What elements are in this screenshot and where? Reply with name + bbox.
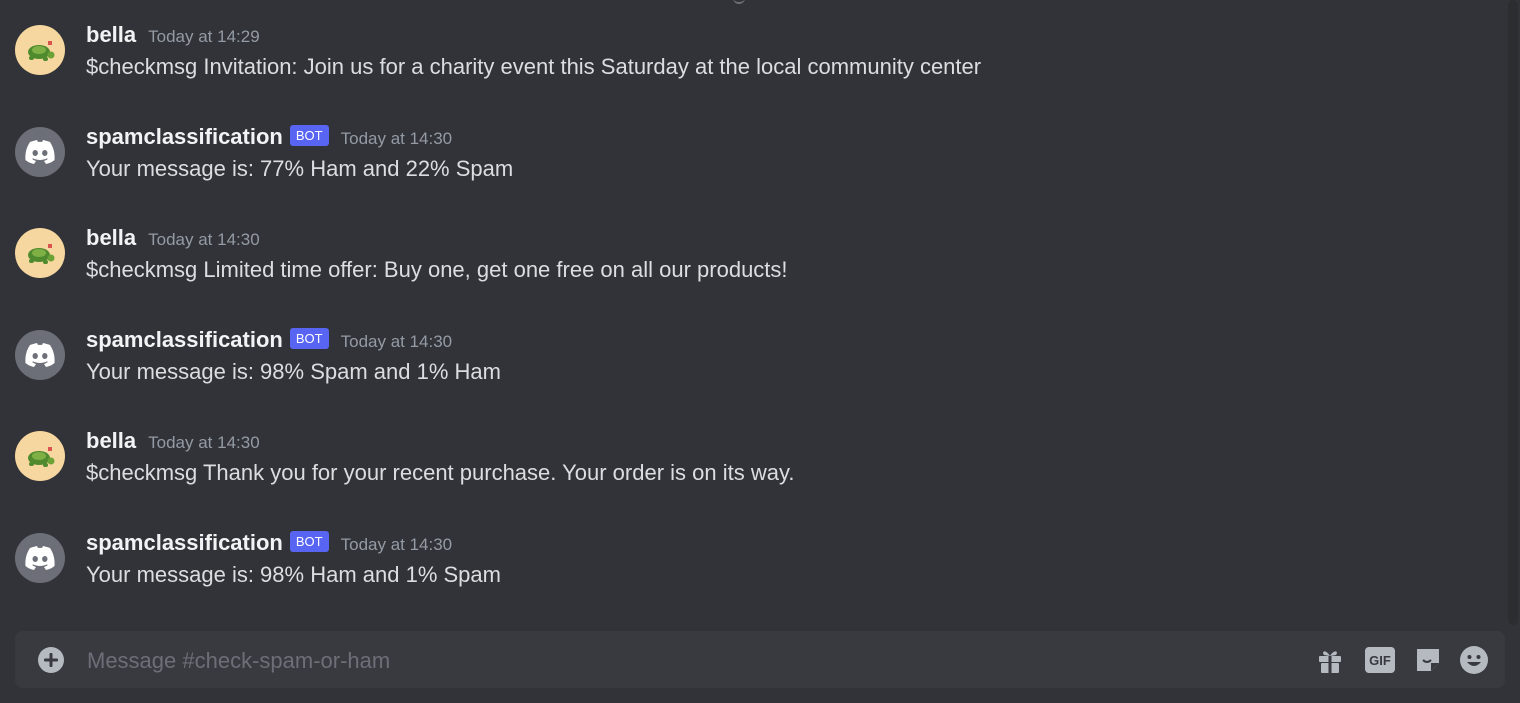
emoji-icon[interactable] xyxy=(1459,645,1489,675)
author-name[interactable]: spamclassification xyxy=(86,327,283,353)
author-name[interactable]: bella xyxy=(86,225,136,251)
turtle-avatar[interactable] xyxy=(15,228,65,278)
author-name[interactable]: bella xyxy=(86,428,136,454)
discord-logo-icon xyxy=(25,343,55,367)
message-content: $checkmsg Invitation: Join us for a char… xyxy=(86,54,982,79)
timestamp[interactable]: Today at 14:30 xyxy=(341,332,453,352)
message-content: Your message is: 98% Spam and 1% Ham xyxy=(86,359,501,384)
message: spamclassification BOT Today at 14:30 Yo… xyxy=(0,325,1500,405)
timestamp[interactable]: Today at 14:30 xyxy=(341,535,453,555)
plus-circle-icon[interactable] xyxy=(37,646,65,674)
message: spamclassification BOT Today at 14:30 Yo… xyxy=(0,122,1500,202)
message-composer: GIF xyxy=(15,631,1505,690)
gift-icon[interactable] xyxy=(1315,645,1345,675)
turtle-avatar[interactable] xyxy=(15,431,65,481)
author-name[interactable]: spamclassification xyxy=(86,124,283,150)
author-name[interactable]: bella xyxy=(86,22,136,48)
message: bella Today at 14:30 $checkmsg Thank you… xyxy=(0,426,1500,506)
turtle-icon xyxy=(28,244,55,264)
message: spamclassification BOT Today at 14:30 Yo… xyxy=(0,528,1500,608)
bot-badge: BOT xyxy=(289,327,329,349)
discord-logo-icon xyxy=(25,140,55,164)
message: bella Today at 14:29 $checkmsg Invitatio… xyxy=(0,20,1500,100)
message-content: $checkmsg Limited time offer: Buy one, g… xyxy=(86,257,788,282)
turtle-icon xyxy=(28,447,55,467)
discord-bot-avatar[interactable] xyxy=(15,533,65,583)
author-name[interactable]: spamclassification xyxy=(86,530,283,556)
gif-icon[interactable]: GIF xyxy=(1365,645,1395,675)
discord-bot-avatar[interactable] xyxy=(15,127,65,177)
turtle-icon xyxy=(28,41,55,61)
bot-badge: BOT xyxy=(289,124,329,146)
timestamp[interactable]: Today at 14:30 xyxy=(148,433,260,453)
message-content: Your message is: 77% Ham and 22% Spam xyxy=(86,156,514,181)
timestamp[interactable]: Today at 14:30 xyxy=(341,129,453,149)
scrollbar-track[interactable] xyxy=(1508,0,1518,625)
turtle-avatar[interactable] xyxy=(15,25,65,75)
bot-badge: BOT xyxy=(289,530,329,552)
message-content: Your message is: 98% Ham and 1% Spam xyxy=(86,562,501,587)
message-input[interactable] xyxy=(85,631,1289,690)
discord-bot-avatar[interactable] xyxy=(15,330,65,380)
message: bella Today at 14:30 $checkmsg Limited t… xyxy=(0,223,1500,303)
timestamp[interactable]: Today at 14:29 xyxy=(148,27,260,47)
message-content: $checkmsg Thank you for your recent purc… xyxy=(86,460,795,485)
message-list: bella Today at 14:29 $checkmsg Invitatio… xyxy=(0,0,1508,625)
svg-text:GIF: GIF xyxy=(1369,653,1391,668)
timestamp[interactable]: Today at 14:30 xyxy=(148,230,260,250)
discord-logo-icon xyxy=(25,546,55,570)
sticker-icon[interactable] xyxy=(1413,645,1443,675)
